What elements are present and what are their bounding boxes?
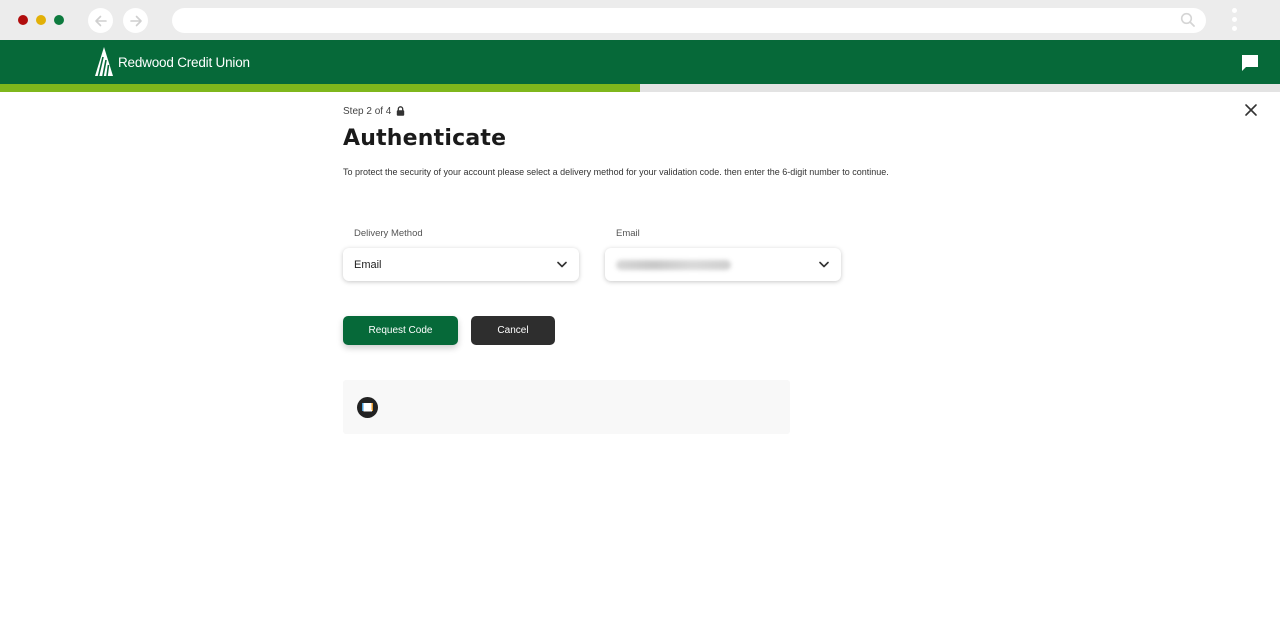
address-bar[interactable] <box>172 8 1206 33</box>
chevron-down-icon <box>819 261 829 268</box>
email-field: Email <box>605 228 841 281</box>
delivery-method-value: Email <box>354 258 382 271</box>
browser-back-button[interactable] <box>88 8 113 33</box>
step-label: Step 2 of 4 <box>343 105 392 117</box>
delivery-method-label: Delivery Method <box>354 228 423 239</box>
browser-chrome <box>0 0 1280 40</box>
delivery-method-select[interactable]: Email <box>343 248 579 281</box>
arrow-right-icon <box>129 15 142 26</box>
page-description: To protect the security of your account … <box>343 167 889 177</box>
info-box <box>343 380 790 434</box>
chat-bubble-icon[interactable] <box>1240 53 1260 73</box>
cancel-button[interactable]: Cancel <box>471 316 555 345</box>
page-title: Authenticate <box>343 126 507 151</box>
close-icon[interactable] <box>1243 102 1259 118</box>
request-code-button[interactable]: Request Code <box>343 316 458 345</box>
email-value-redacted <box>616 259 731 270</box>
lock-icon <box>397 106 405 116</box>
chat-icon <box>357 397 378 418</box>
window-close-button[interactable] <box>18 15 28 25</box>
delivery-method-field: Delivery Method Email <box>343 228 579 281</box>
kebab-menu-icon[interactable] <box>1230 8 1238 34</box>
search-icon[interactable] <box>1180 12 1196 28</box>
window-maximize-button[interactable] <box>54 15 64 25</box>
email-label: Email <box>616 228 640 239</box>
step-indicator: Step 2 of 4 <box>343 103 923 119</box>
brand-logo[interactable]: Redwood Credit Union <box>94 47 250 77</box>
progress-bar <box>0 84 1280 92</box>
browser-forward-button[interactable] <box>123 8 148 33</box>
site-header: Redwood Credit Union <box>0 40 1280 84</box>
email-select[interactable] <box>605 248 841 281</box>
window-minimize-button[interactable] <box>36 15 46 25</box>
chevron-down-icon <box>557 261 567 268</box>
tree-logo-icon <box>95 47 113 77</box>
auth-form: Step 2 of 4 Authenticate To protect the … <box>343 103 923 434</box>
brand-name: Redwood Credit Union <box>118 54 250 70</box>
progress-fill <box>0 84 640 92</box>
arrow-left-icon <box>94 15 107 26</box>
